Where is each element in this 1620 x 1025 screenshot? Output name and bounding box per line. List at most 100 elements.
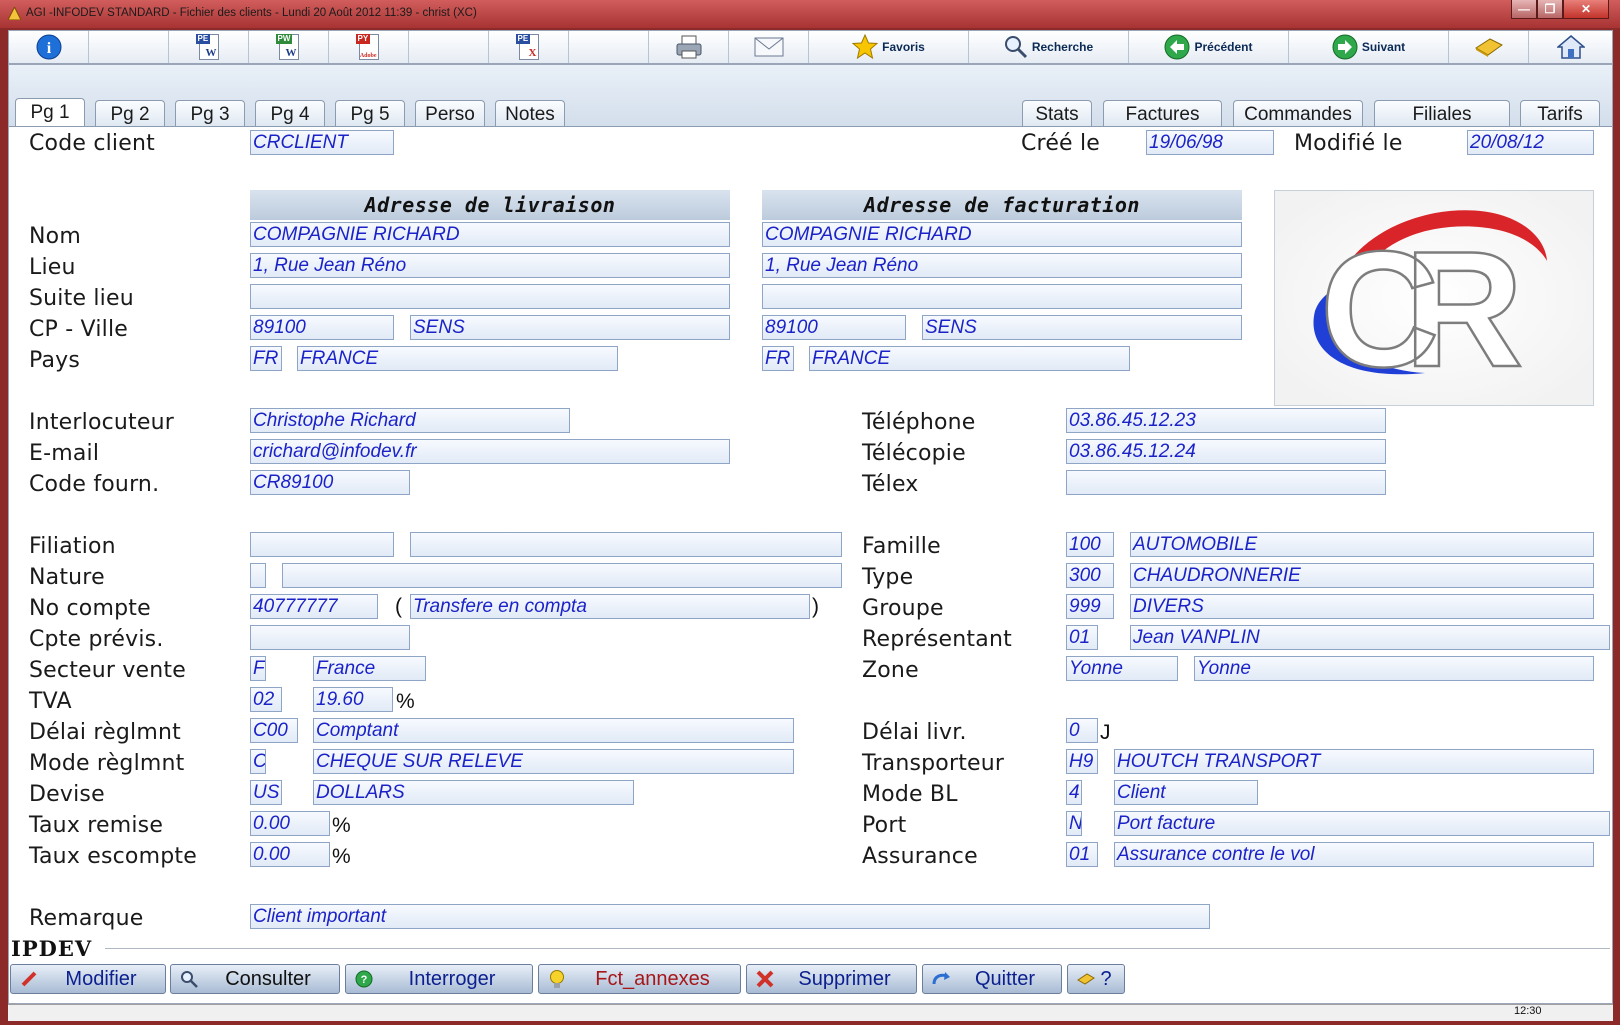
assurance-name-field[interactable]: Assurance contre le vol <box>1114 842 1594 867</box>
facturation-pays-code-field[interactable]: FR <box>762 346 794 371</box>
zone-name-field[interactable]: Yonne <box>1194 656 1594 681</box>
cree-le-field[interactable]: 19/06/98 <box>1146 130 1274 155</box>
nature-code-field[interactable] <box>250 563 266 588</box>
filiation-code-field[interactable] <box>250 532 394 557</box>
tab-pg5[interactable]: Pg 5 <box>335 100 405 126</box>
zone-code-field[interactable]: Yonne <box>1066 656 1178 681</box>
facturation-pays-field[interactable]: FRANCE <box>809 346 1130 371</box>
maximize-button[interactable]: ❐ <box>1537 0 1563 19</box>
nature-name-field[interactable] <box>282 563 842 588</box>
tva-rate-field[interactable]: 19.60 <box>313 687 393 712</box>
delai-livr-field[interactable]: 0 <box>1066 718 1098 743</box>
facturation-nom-field[interactable]: COMPAGNIE RICHARD <box>762 222 1242 247</box>
quitter-button[interactable]: Quitter <box>922 964 1062 994</box>
mode-name-field[interactable]: CHEQUE SUR RELEVE <box>313 749 794 774</box>
delai-name-field[interactable]: Comptant <box>313 718 794 743</box>
taux-escompte-field[interactable]: 0.00 <box>250 842 330 867</box>
tab-stats[interactable]: Stats <box>1022 100 1092 126</box>
telecopie-field[interactable]: 03.86.45.12.24 <box>1066 439 1386 464</box>
livraison-pays-field[interactable]: FRANCE <box>297 346 618 371</box>
delai-code-field[interactable]: C00 <box>250 718 298 743</box>
livraison-lieu-field[interactable]: 1, Rue Jean Réno <box>250 253 730 278</box>
suivant-button[interactable]: Suivant <box>1289 31 1449 63</box>
interlocuteur-field[interactable]: Christophe Richard <box>250 408 570 433</box>
pencil-icon <box>19 969 39 989</box>
facturation-suite-field[interactable] <box>762 284 1242 309</box>
port-code-field[interactable]: N <box>1066 811 1082 836</box>
lieu-label: Lieu <box>29 255 76 280</box>
modifie-le-field[interactable]: 20/08/12 <box>1467 130 1594 155</box>
transporteur-code-field[interactable]: H9 <box>1066 749 1098 774</box>
famille-name-field[interactable]: AUTOMOBILE <box>1130 532 1594 557</box>
groupe-code-field[interactable]: 999 <box>1066 594 1114 619</box>
export-pdf-button[interactable]: PY Adobe <box>329 31 409 63</box>
tab-tarifs[interactable]: Tarifs <box>1520 100 1600 126</box>
close-window-button[interactable]: ✕ <box>1563 0 1609 19</box>
remarque-field[interactable]: Client important <box>250 904 1210 929</box>
precedent-button[interactable]: Précédent <box>1129 31 1289 63</box>
modifier-button[interactable]: Modifier <box>10 964 166 994</box>
email-field[interactable]: crichard@infodev.fr <box>250 439 730 464</box>
email-button[interactable] <box>729 31 809 63</box>
mode-bl-code-field[interactable]: 4 <box>1066 780 1082 805</box>
tva-code-field[interactable]: 02 <box>250 687 282 712</box>
tab-perso[interactable]: Perso <box>415 100 485 126</box>
facturation-ville-field[interactable]: SENS <box>922 315 1242 340</box>
facturation-cp-field[interactable]: 89100 <box>762 315 906 340</box>
cpte-previs-field[interactable] <box>250 625 410 650</box>
export-word-pw-button[interactable]: PW W <box>249 31 329 63</box>
app-icon <box>8 7 21 20</box>
livraison-suite-field[interactable] <box>250 284 730 309</box>
home-button[interactable] <box>1529 31 1613 63</box>
print-button[interactable] <box>649 31 729 63</box>
secteur-code-field[interactable]: F <box>250 656 266 681</box>
representant-code-field[interactable]: 01 <box>1066 625 1098 650</box>
facturation-lieu-field[interactable]: 1, Rue Jean Réno <box>762 253 1242 278</box>
assurance-code-field[interactable]: 01 <box>1066 842 1098 867</box>
port-name-field[interactable]: Port facture <box>1114 811 1610 836</box>
favoris-button[interactable]: Favoris <box>809 31 969 63</box>
mode-bl-name-field[interactable]: Client <box>1114 780 1258 805</box>
code-client-field[interactable]: CRCLIENT <box>250 130 394 155</box>
groupe-name-field[interactable]: DIVERS <box>1130 594 1594 619</box>
tab-pg2[interactable]: Pg 2 <box>95 100 165 126</box>
tab-pg4[interactable]: Pg 4 <box>255 100 325 126</box>
mode-code-field[interactable]: C <box>250 749 266 774</box>
livraison-pays-code-field[interactable]: FR <box>250 346 282 371</box>
supprimer-button[interactable]: Supprimer <box>746 964 917 994</box>
export-excel-button[interactable]: PE X <box>489 31 569 63</box>
tab-factures[interactable]: Factures <box>1103 100 1222 126</box>
minimize-button[interactable]: — <box>1511 0 1537 19</box>
taux-remise-field[interactable]: 0.00 <box>250 811 330 836</box>
info-button[interactable]: i <box>9 31 89 63</box>
export-word-pe-button[interactable]: PE W <box>169 31 249 63</box>
type-code-field[interactable]: 300 <box>1066 563 1114 588</box>
tab-commandes[interactable]: Commandes <box>1233 100 1363 126</box>
filiation-name-field[interactable] <box>410 532 842 557</box>
devise-name-field[interactable]: DOLLARS <box>313 780 634 805</box>
livraison-ville-field[interactable]: SENS <box>410 315 730 340</box>
help-button[interactable]: ? <box>1067 964 1125 994</box>
pdf-glyph: Adobe <box>359 53 377 59</box>
famille-code-field[interactable]: 100 <box>1066 532 1114 557</box>
book-button[interactable] <box>1449 31 1529 63</box>
secteur-name-field[interactable]: France <box>313 656 426 681</box>
livraison-nom-field[interactable]: COMPAGNIE RICHARD <box>250 222 730 247</box>
tab-pg3[interactable]: Pg 3 <box>175 100 245 126</box>
consulter-button[interactable]: Consulter <box>170 964 340 994</box>
code-fourn-field[interactable]: CR89100 <box>250 470 410 495</box>
fct-annexes-button[interactable]: Fct_annexes <box>538 964 741 994</box>
representant-name-field[interactable]: Jean VANPLIN <box>1130 625 1610 650</box>
transporteur-name-field[interactable]: HOUTCH TRANSPORT <box>1114 749 1594 774</box>
recherche-button[interactable]: Recherche <box>969 31 1129 63</box>
no-compte-field[interactable]: 40777777 <box>250 594 378 619</box>
type-name-field[interactable]: CHAUDRONNERIE <box>1130 563 1594 588</box>
tab-pg1[interactable]: Pg 1 <box>15 98 85 127</box>
tab-filiales[interactable]: Filiales <box>1374 100 1510 126</box>
interroger-button[interactable]: ? Interroger <box>345 964 533 994</box>
livraison-cp-field[interactable]: 89100 <box>250 315 394 340</box>
tab-notes[interactable]: Notes <box>495 100 565 126</box>
devise-code-field[interactable]: US <box>250 780 282 805</box>
telephone-field[interactable]: 03.86.45.12.23 <box>1066 408 1386 433</box>
telex-field[interactable] <box>1066 470 1386 495</box>
